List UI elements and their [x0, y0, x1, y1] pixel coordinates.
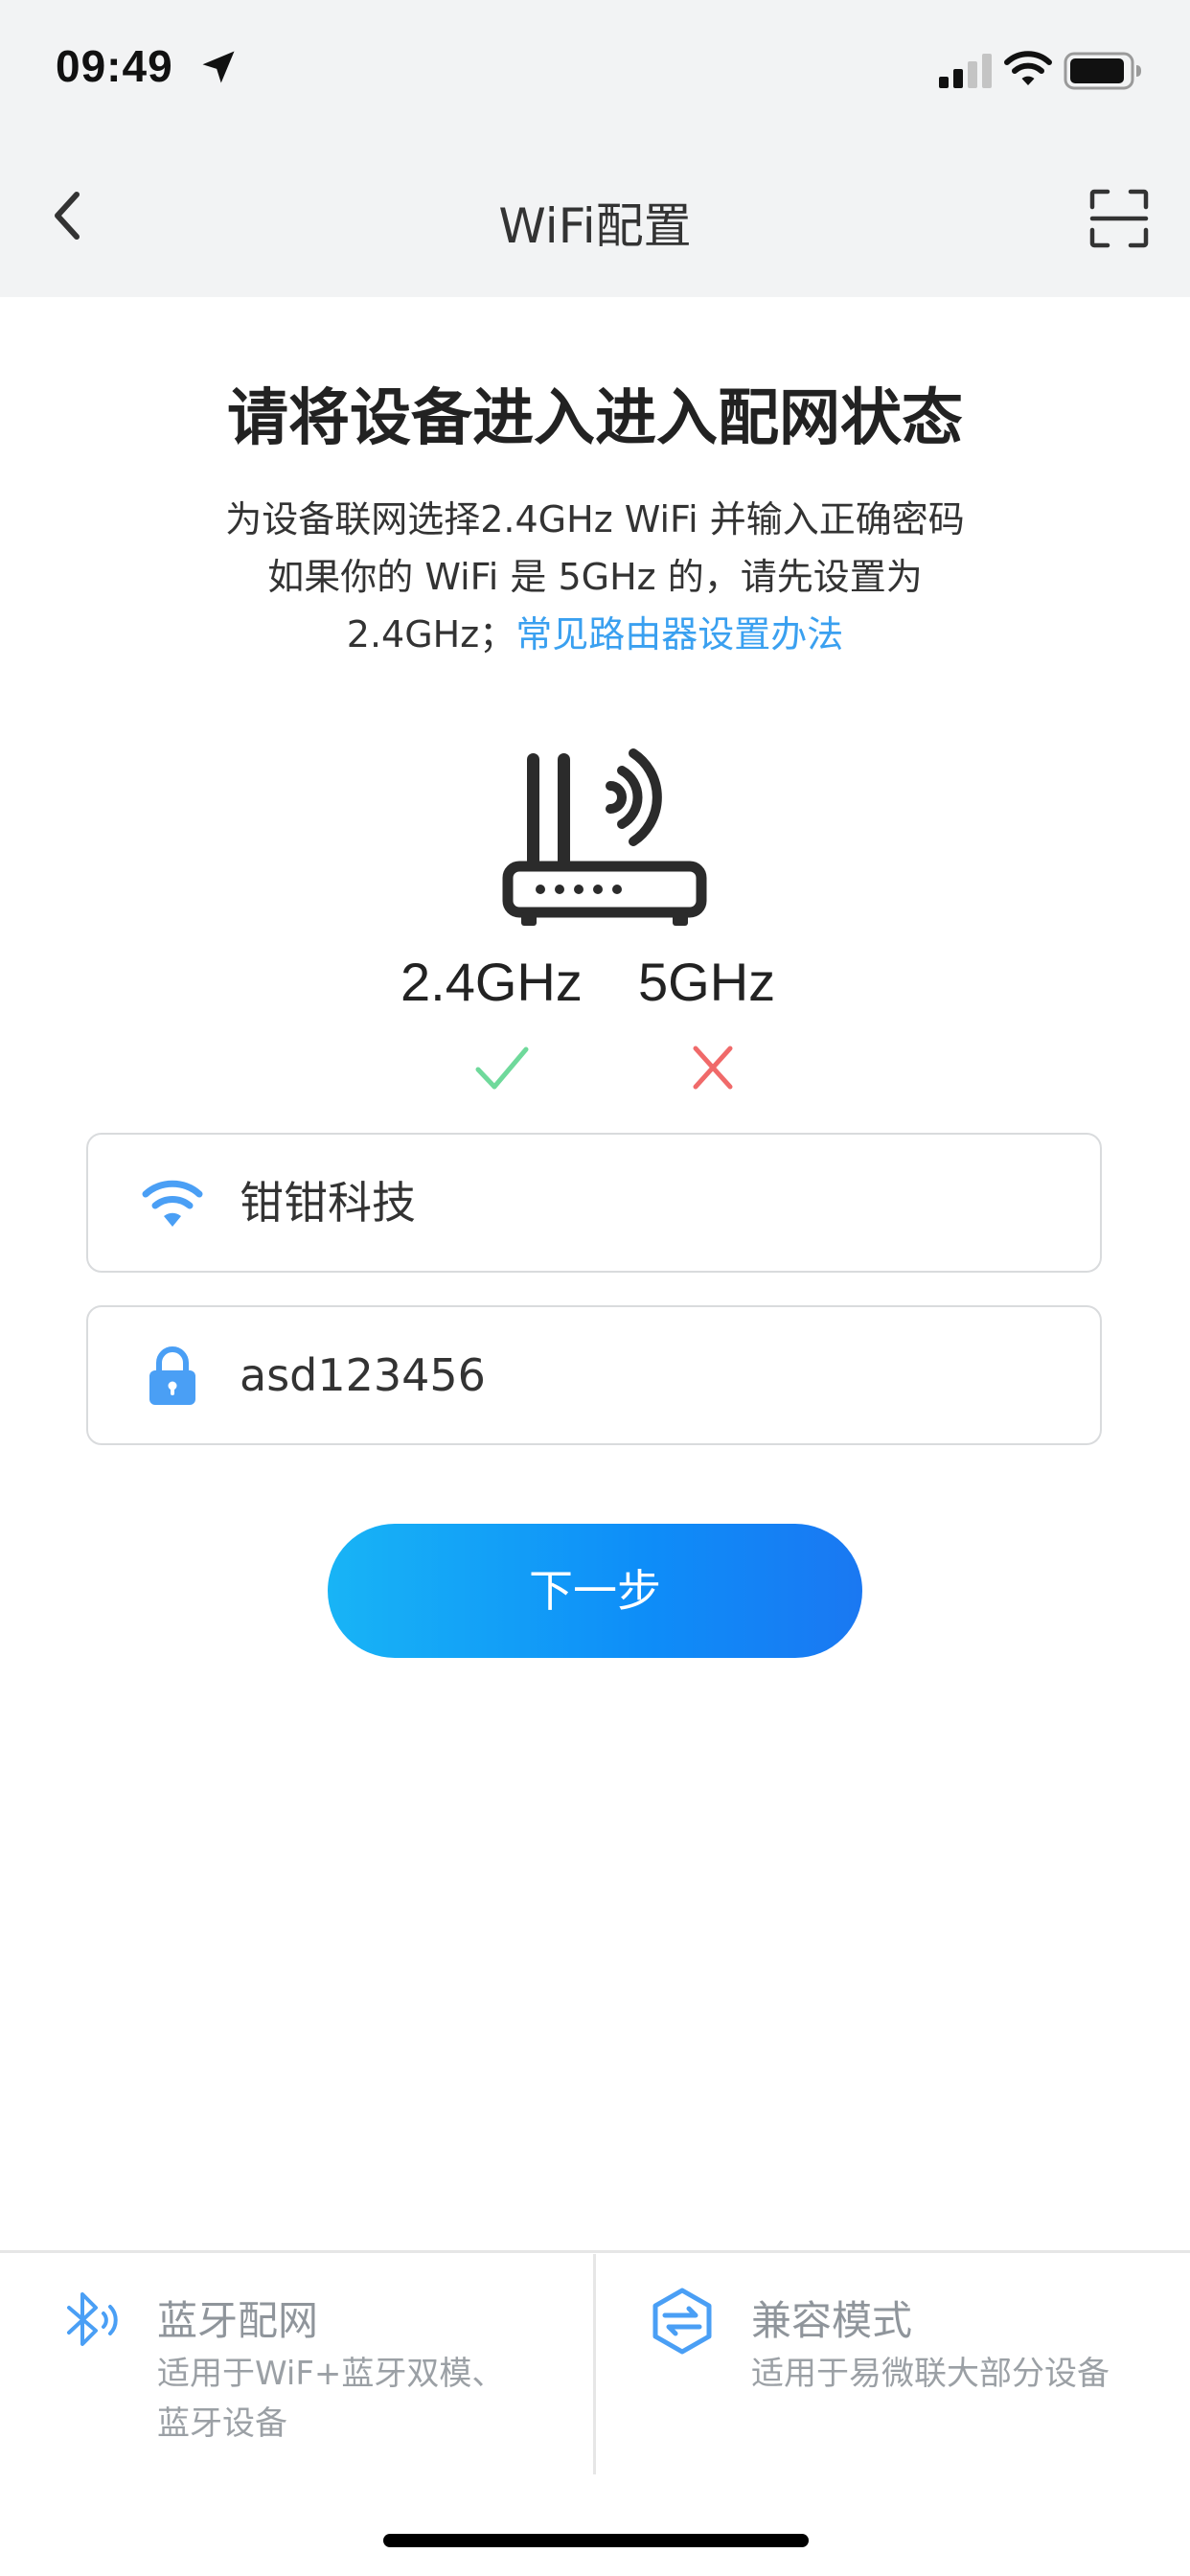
bluetooth-mode-title: 蓝牙配网: [157, 2297, 319, 2344]
wifi-name-field[interactable]: [86, 1133, 1102, 1273]
compatible-mode-option[interactable]: 兼容模式 适用于易微联大部分设备: [596, 2254, 1190, 2474]
description-line-1: 为设备联网选择2.4GHz WiFi 并输入正确密码: [225, 498, 965, 540]
signal-icon: [939, 54, 992, 88]
wifi-name-input[interactable]: [240, 1173, 1064, 1232]
instruction-heading: 请将设备进入进入配网状态: [227, 383, 963, 454]
frequency-2-4ghz-label: 2.4GHz: [400, 952, 583, 1012]
status-time: 09:49: [56, 41, 173, 91]
bluetooth-mode-desc-2: 蓝牙设备: [157, 2404, 287, 2443]
router-icon: [502, 748, 707, 926]
bottom-divider: [0, 2250, 1190, 2253]
password-input[interactable]: [240, 1346, 1064, 1405]
router-settings-link[interactable]: 常见路由器设置办法: [515, 613, 843, 656]
home-indicator[interactable]: [383, 2534, 809, 2547]
lock-icon: [149, 1346, 195, 1405]
cross-icon: [693, 1046, 733, 1090]
next-button[interactable]: 下一步: [328, 1524, 862, 1658]
wifi-icon: [1004, 51, 1052, 85]
frequency-5ghz-label: 5GHz: [638, 952, 776, 1012]
description-line-3: 2.4GHz；常见路由器设置办法: [0, 606, 1190, 663]
description-line-3-prefix: 2.4GHz；: [346, 613, 516, 656]
bluetooth-pairing-option[interactable]: 蓝牙配网 适用于WiF+蓝牙双模、 蓝牙设备: [0, 2254, 592, 2474]
password-field[interactable]: [86, 1305, 1102, 1445]
check-icon: [475, 1046, 529, 1090]
bluetooth-mode-desc-1: 适用于WiF+蓝牙双模、: [157, 2355, 505, 2393]
compatible-mode-title: 兼容模式: [751, 2297, 913, 2344]
wifi-icon: [142, 1180, 203, 1227]
bluetooth-icon: [67, 2292, 118, 2346]
scan-icon[interactable]: [1088, 188, 1150, 249]
page-title: WiFi配置: [498, 198, 692, 254]
location-arrow-icon: [202, 51, 235, 83]
compat-mode-icon: [652, 2288, 712, 2355]
compatible-mode-desc: 适用于易微联大部分设备: [751, 2355, 1110, 2393]
battery-icon: [1064, 52, 1141, 90]
description-line-2: 如果你的 WiFi 是 5GHz 的，请先设置为: [267, 556, 923, 598]
